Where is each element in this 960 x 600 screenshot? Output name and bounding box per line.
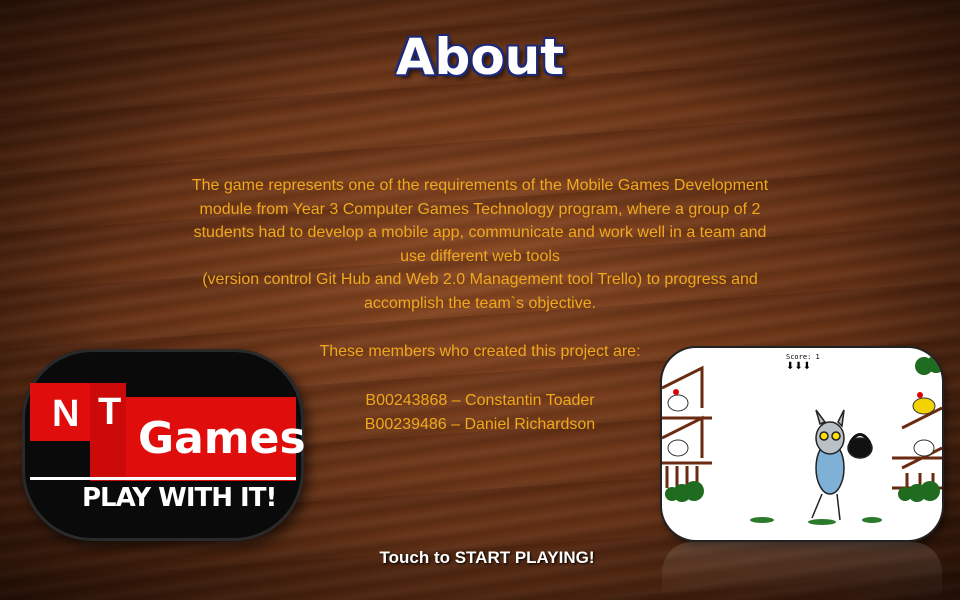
- description-line: accomplish the team`s objective.: [363, 294, 597, 312]
- about-description: The game represents one of the requireme…: [160, 174, 800, 315]
- description-line: The game represents one of the requireme…: [191, 177, 769, 194]
- description-line: (version control Git Hub and Web 2.0 Man…: [202, 271, 758, 288]
- logo-letter-t: T: [98, 391, 122, 433]
- logo-letter-n: N: [52, 393, 80, 435]
- logo-divider: [30, 477, 296, 480]
- description-line: module from Year 3 Computer Games Techno…: [199, 200, 761, 218]
- description-line: use different web tools: [400, 247, 560, 265]
- left-henhouse: [662, 365, 712, 488]
- game-scene-illustration: [662, 355, 942, 525]
- nt-games-logo: N T Games PLAY WITH IT!: [22, 349, 306, 541]
- start-playing-button[interactable]: Touch to START PLAYING!: [0, 548, 960, 568]
- chickens: [667, 389, 936, 457]
- logo-brand-text: Games: [138, 413, 306, 464]
- game-preview-image[interactable]: Score: 1 ⬇⬇⬇: [662, 348, 942, 540]
- wolf-character: [811, 409, 873, 521]
- grass: [750, 517, 882, 525]
- logo-tagline: PLAY WITH IT!: [82, 483, 277, 513]
- lives-arrows-icon: ⬇⬇⬇: [786, 361, 812, 372]
- description-line: students had to develop a mobile app, co…: [193, 224, 767, 241]
- bushes: [665, 355, 942, 502]
- game-score-label: Score: 1: [786, 353, 820, 361]
- page-title: About: [395, 28, 565, 86]
